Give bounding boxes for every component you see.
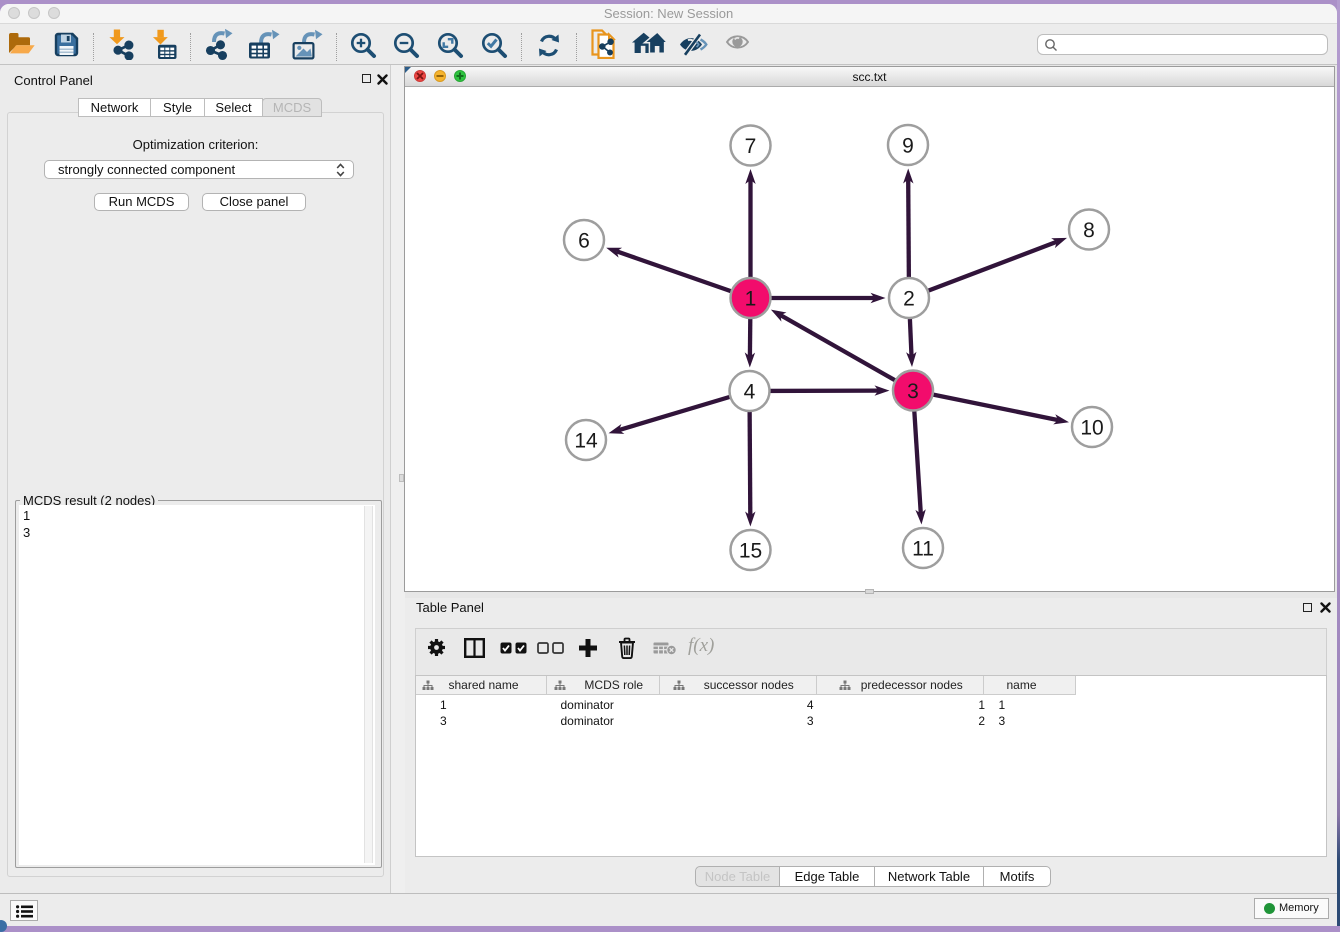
svg-text:6: 6 <box>578 229 590 252</box>
svg-text:7: 7 <box>745 135 757 158</box>
svg-text:11: 11 <box>912 537 934 560</box>
svg-text:10: 10 <box>1080 416 1103 439</box>
svg-text:15: 15 <box>739 539 762 562</box>
svg-text:3: 3 <box>907 380 919 403</box>
svg-text:1: 1 <box>745 287 757 310</box>
svg-text:9: 9 <box>902 134 914 157</box>
svg-text:14: 14 <box>574 429 598 452</box>
svg-text:2: 2 <box>903 287 915 310</box>
svg-text:8: 8 <box>1083 219 1095 242</box>
svg-text:4: 4 <box>744 380 756 403</box>
